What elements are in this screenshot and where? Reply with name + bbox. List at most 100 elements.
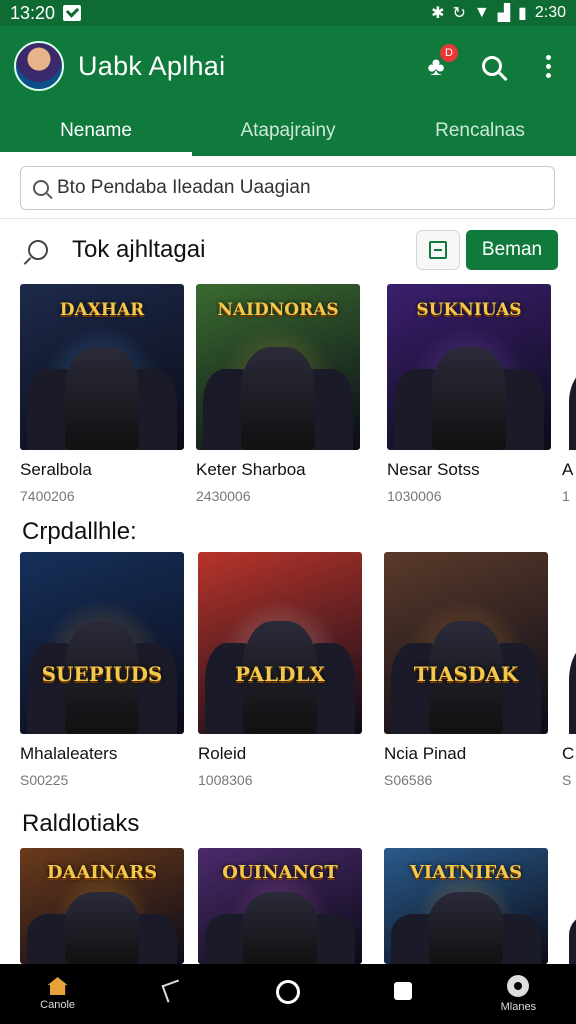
game-card[interactable]: DAXHAR Seralbola 7400206	[20, 284, 184, 504]
status-bar: 13:20 ✱ ↻ ▼ ▟ ▮ 2:30	[0, 0, 576, 26]
bluetooth-icon: ✱	[431, 5, 445, 22]
game-cover-image	[562, 284, 576, 450]
nav-home[interactable]: Canole	[23, 977, 93, 1011]
game-cover-image: SUEPIUDS	[20, 552, 184, 734]
game-logo: DAXHAR	[59, 300, 145, 320]
game-logo: SUEPIUDS	[41, 662, 163, 686]
game-meta: S00225	[20, 772, 69, 788]
game-cover-image	[562, 848, 576, 964]
character-figure	[65, 892, 139, 964]
search-button[interactable]	[478, 52, 506, 80]
primary-button[interactable]: Beman	[466, 230, 558, 270]
tab-bar: Nename Atapajrainy Rencalnas	[0, 106, 576, 156]
game-cover-image	[562, 552, 576, 734]
section-row: DAAINARS OUINANGT VIATNIFAS	[20, 848, 576, 964]
clock: 13:20	[10, 2, 56, 23]
game-title: Keter Sharboa	[196, 460, 306, 479]
game-meta: S06586	[384, 772, 433, 788]
game-cover-image: PALDLX	[198, 552, 362, 734]
signal-icon: ▟	[497, 5, 511, 22]
search-input[interactable]: Bto Pendaba Ileadan Uaagian	[20, 166, 555, 210]
game-card[interactable]: A1	[562, 284, 576, 504]
app-title: Uabk Aplhai	[78, 50, 226, 81]
character-figure	[432, 347, 506, 450]
search-icon[interactable]	[28, 240, 48, 260]
game-title: A	[562, 460, 574, 479]
game-card[interactable]: OUINANGT	[198, 848, 362, 964]
top-row-title: Tok ajhltagai	[72, 236, 206, 263]
tab-nename[interactable]: Nename	[0, 106, 192, 156]
nav-settings[interactable]: Mlanes	[483, 975, 553, 1013]
game-logo: DAAINARS	[46, 862, 158, 883]
game-title: Roleid	[198, 744, 247, 763]
divider	[0, 218, 576, 219]
search-input-value: Bto Pendaba Ileadan Uaagian	[57, 177, 311, 198]
tab-rencalnas[interactable]: Rencalnas	[384, 106, 576, 156]
game-logo: TIASDAK	[413, 662, 519, 686]
nav-home-label: Canole	[40, 999, 76, 1011]
more-menu-button[interactable]	[534, 52, 562, 80]
filter-icon	[429, 241, 447, 259]
game-card[interactable]: NAIDNORAS Keter Sharboa 2430006	[196, 284, 360, 504]
character-figure	[65, 347, 139, 450]
game-meta: S	[562, 772, 572, 788]
section-title: Crpdallhle:	[22, 518, 137, 545]
nav-recents[interactable]	[368, 982, 438, 1006]
square-icon	[394, 982, 413, 1000]
game-logo: SUKNIUAS	[416, 300, 522, 320]
nav-settings-label: Mlanes	[500, 1001, 537, 1013]
game-card[interactable]: TIASDAK Ncia Pinad S06586	[384, 552, 548, 788]
circle-icon	[275, 980, 300, 1004]
game-card[interactable]: SUKNIUAS Nesar Sotss 1030006	[387, 284, 551, 504]
game-card[interactable]: SUEPIUDS Mhalaleaters S00225	[20, 552, 184, 788]
game-card[interactable]: PALDLX Roleid 1008306	[198, 552, 362, 788]
character-figure	[241, 347, 315, 450]
gear-icon	[507, 975, 530, 997]
game-logo: PALDLX	[234, 662, 326, 686]
home-icon	[47, 977, 68, 995]
featured-row: DAXHAR Seralbola 7400206 NAIDNORAS Keter Sha…	[20, 284, 576, 504]
game-title: C	[562, 744, 575, 763]
game-cover-image: DAXHAR	[20, 284, 184, 450]
filter-button[interactable]	[416, 230, 460, 270]
game-title: Nesar Sotss	[387, 460, 480, 479]
bottom-nav: Canole Mlanes	[0, 964, 576, 1024]
top-row-header: Tok ajhltagai Beman	[28, 228, 558, 272]
game-card[interactable]	[562, 848, 576, 964]
notification-badge: D	[440, 44, 458, 62]
game-meta: 1	[562, 488, 570, 504]
wifi-icon: ▼	[473, 4, 490, 21]
search-icon	[482, 56, 502, 76]
section-title: Raldlotiaks	[22, 810, 140, 837]
section-row: SUEPIUDS Mhalaleaters S00225 PALDLX Roleid 10…	[20, 552, 576, 788]
game-cover-image: VIATNIFAS	[384, 848, 548, 964]
game-meta: 1008306	[198, 772, 253, 788]
nav-back[interactable]	[138, 979, 208, 1006]
character-figure	[243, 892, 317, 964]
game-meta: 1030006	[387, 488, 442, 504]
notification-button[interactable]: ♣ D	[422, 44, 458, 81]
back-icon	[161, 979, 185, 1003]
avatar[interactable]	[14, 41, 64, 91]
character-figure	[429, 892, 503, 964]
app-bar: Uabk Aplhai ♣ D	[0, 26, 576, 106]
game-card[interactable]: DAAINARS	[20, 848, 184, 964]
game-card[interactable]: CS	[562, 552, 576, 788]
game-card[interactable]: VIATNIFAS	[384, 848, 548, 964]
game-title: Ncia Pinad	[384, 744, 467, 763]
game-cover-image: OUINANGT	[198, 848, 362, 964]
game-meta: 7400206	[20, 488, 75, 504]
battery-icon: ▮	[518, 5, 527, 22]
game-logo: OUINANGT	[222, 862, 338, 883]
game-title: Seralbola	[20, 460, 92, 479]
more-vert-icon	[545, 54, 551, 78]
tab-atapajrainy[interactable]: Atapajrainy	[192, 106, 384, 156]
game-cover-image: SUKNIUAS	[387, 284, 551, 450]
sync-icon: ↻	[452, 5, 466, 22]
game-logo: NAIDNORAS	[217, 300, 339, 320]
game-title: Mhalaleaters	[20, 744, 118, 763]
check-icon	[63, 5, 82, 21]
game-cover-image: NAIDNORAS	[196, 284, 360, 450]
nav-home-circle[interactable]	[253, 980, 323, 1008]
search-icon	[33, 180, 49, 196]
